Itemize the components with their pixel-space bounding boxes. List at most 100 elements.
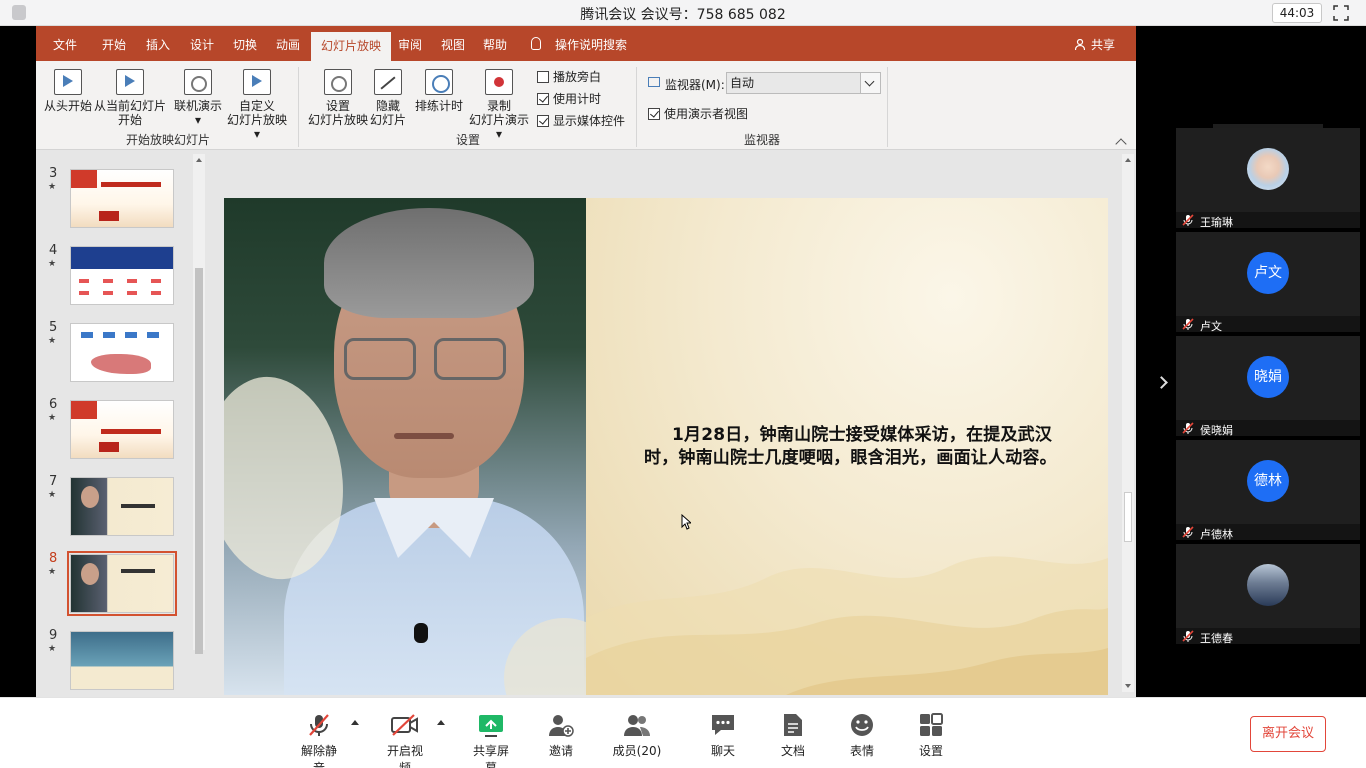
chevron-down-icon[interactable] xyxy=(860,73,880,93)
animation-star-icon: ★ xyxy=(48,182,57,192)
presenter-view-checkbox[interactable]: 使用演示者视图 xyxy=(648,105,748,122)
online-present-button[interactable]: 联机演示 ▾ xyxy=(174,69,222,127)
tab-review[interactable]: 审阅 xyxy=(398,36,422,53)
mic-muted-icon xyxy=(1182,422,1194,434)
unmute-button[interactable]: 解除静音 xyxy=(296,712,342,768)
slide-number: 3 xyxy=(49,166,58,181)
checkbox-presenter-box[interactable] xyxy=(648,108,660,120)
participant-card[interactable]: 晓娟 侯晓娟 xyxy=(1176,336,1360,437)
tab-design[interactable]: 设计 xyxy=(190,36,214,53)
presenter-view-label: 使用演示者视图 xyxy=(664,107,749,121)
start-video-button[interactable]: 开启视频 xyxy=(382,712,428,768)
editor-scrollbar[interactable] xyxy=(1122,154,1134,692)
docs-button[interactable]: 文档 xyxy=(775,712,811,759)
tab-home[interactable]: 开始 xyxy=(102,36,126,53)
monitor-select[interactable]: 自动 xyxy=(726,72,881,94)
thumb-gate-image xyxy=(99,211,119,221)
mic-muted-icon xyxy=(1182,526,1194,538)
scroll-up-icon[interactable] xyxy=(1122,154,1134,166)
checkbox-narration-box[interactable] xyxy=(537,71,549,83)
slide-number: 9 xyxy=(49,628,58,643)
unmute-label: 解除静音 xyxy=(300,744,337,768)
members-button[interactable]: 成员(20) xyxy=(612,712,662,759)
avatar xyxy=(1247,148,1289,190)
current-slide[interactable]: 1月28日，钟南山院士接受媒体采访，在提及武汉时，钟南山院士几度哽咽，眼含泪光，… xyxy=(224,198,1108,695)
setup-slideshow-button[interactable]: 设置 幻灯片放映 xyxy=(306,69,370,127)
thumb-gate-image xyxy=(99,442,119,452)
ribbon-slideshow: 从头开始 从当前幻灯片 开始 联机演示 ▾ 自定义 幻灯片放映 ▾ 开始放映幻灯… xyxy=(36,61,1136,150)
rehearse-timings-button[interactable]: 排练计时 xyxy=(414,69,464,113)
tab-view[interactable]: 视图 xyxy=(441,36,465,53)
tab-file[interactable]: 文件 xyxy=(53,36,77,53)
scroll-down-icon[interactable] xyxy=(1122,680,1134,692)
slide-thumbnail[interactable] xyxy=(70,323,174,382)
share-screen-button[interactable]: 共享屏幕 xyxy=(468,712,514,768)
mouse-cursor-icon xyxy=(681,514,691,530)
custom-slideshow-button[interactable]: 自定义 幻灯片放映 ▾ xyxy=(224,69,290,141)
chat-button[interactable]: 聊天 xyxy=(705,712,741,759)
slide-thumbnail[interactable] xyxy=(70,400,174,459)
participant-name: 王瑜琳 xyxy=(1200,216,1233,229)
slide-thumbnail[interactable] xyxy=(70,477,174,536)
participants-panel: 王瑜琳 卢文 卢文 晓娟 侯晓娟 德林 卢德林 王德春 xyxy=(1176,124,1360,645)
animation-star-icon: ★ xyxy=(48,644,57,654)
scroll-thumb[interactable] xyxy=(195,268,203,654)
timings-label: 使用计时 xyxy=(553,92,602,106)
play-narration-checkbox[interactable]: 播放旁白 xyxy=(537,68,601,85)
slide-thumbnail[interactable] xyxy=(70,169,174,228)
from-beginning-button[interactable]: 从头开始 xyxy=(44,69,92,113)
chevron-right-icon[interactable] xyxy=(1155,376,1168,389)
from-current-label: 从当前幻灯片 xyxy=(94,99,167,113)
person-share-icon[interactable] xyxy=(1075,39,1085,50)
use-timings-checkbox[interactable]: 使用计时 xyxy=(537,90,601,107)
hide-slide-button[interactable]: 隐藏 幻灯片 xyxy=(370,69,406,127)
invite-button[interactable]: 邀请 xyxy=(543,712,579,759)
fullscreen-icon[interactable] xyxy=(1333,5,1349,21)
leave-meeting-button[interactable]: 离开会议 xyxy=(1250,716,1326,752)
scroll-up-icon[interactable] xyxy=(193,154,205,166)
ribbon-tabs: 文件 开始 插入 设计 切换 动画 幻灯片放映 审阅 视图 帮助 操作说明搜索 … xyxy=(36,26,1136,61)
tab-help[interactable]: 帮助 xyxy=(483,36,507,53)
participant-card[interactable]: 德林 卢德林 xyxy=(1176,440,1360,541)
group-label-setup: 设置 xyxy=(456,133,481,147)
slide-body-text[interactable]: 1月28日，钟南山院士接受媒体采访，在提及武汉时，钟南山院士几度哽咽，眼含泪光，… xyxy=(644,424,1074,470)
custom-slideshow-label-2: 幻灯片放映 ▾ xyxy=(226,113,287,141)
share-button[interactable]: 共享 xyxy=(1091,36,1115,53)
tab-insert[interactable]: 插入 xyxy=(146,36,170,53)
participant-card[interactable]: 卢文 卢文 xyxy=(1176,232,1360,333)
reactions-button[interactable]: 表情 xyxy=(844,712,880,759)
tab-animations[interactable]: 动画 xyxy=(276,36,300,53)
from-current-button[interactable]: 从当前幻灯片 开始 xyxy=(94,69,166,127)
scroll-thumb[interactable] xyxy=(1124,492,1132,542)
tab-slideshow[interactable]: 幻灯片放映 xyxy=(311,32,392,61)
slide-thumbnail[interactable] xyxy=(70,246,174,305)
participant-name: 侯晓娟 xyxy=(1200,424,1233,437)
chat-label: 聊天 xyxy=(710,744,735,758)
tell-me-search[interactable]: 操作说明搜索 xyxy=(555,36,627,53)
caret-up-icon[interactable] xyxy=(351,720,359,725)
participant-card[interactable]: 王瑜琳 xyxy=(1176,128,1360,229)
tab-transitions[interactable]: 切换 xyxy=(233,36,257,53)
participant-name: 卢文 xyxy=(1200,320,1222,333)
slide-thumbnail[interactable] xyxy=(70,631,174,690)
slide-thumbnail-active[interactable] xyxy=(67,551,177,616)
participant-card[interactable]: 王德春 xyxy=(1176,544,1360,645)
chat-icon xyxy=(712,715,734,735)
caret-up-icon[interactable] xyxy=(437,720,445,725)
show-media-controls-checkbox[interactable]: 显示媒体控件 xyxy=(537,112,625,129)
ribbon-separator xyxy=(298,67,299,147)
collapse-ribbon-icon[interactable] xyxy=(1115,138,1127,150)
mic-muted-icon xyxy=(309,714,329,736)
thumbnail-scrollbar[interactable] xyxy=(193,154,205,654)
camera-off-icon xyxy=(391,714,418,736)
checkbox-media-box[interactable] xyxy=(537,115,549,127)
thumb-row xyxy=(79,291,167,295)
rehearse-label: 排练计时 xyxy=(414,99,463,113)
record-label: 录制 xyxy=(486,99,511,113)
hair xyxy=(324,208,534,318)
settings-button[interactable]: 设置 xyxy=(913,712,949,759)
hide-slide-label-2: 幻灯片 xyxy=(370,113,407,127)
lapel-mic xyxy=(414,623,428,643)
docs-label: 文档 xyxy=(780,744,805,758)
checkbox-timings-box[interactable] xyxy=(537,93,549,105)
